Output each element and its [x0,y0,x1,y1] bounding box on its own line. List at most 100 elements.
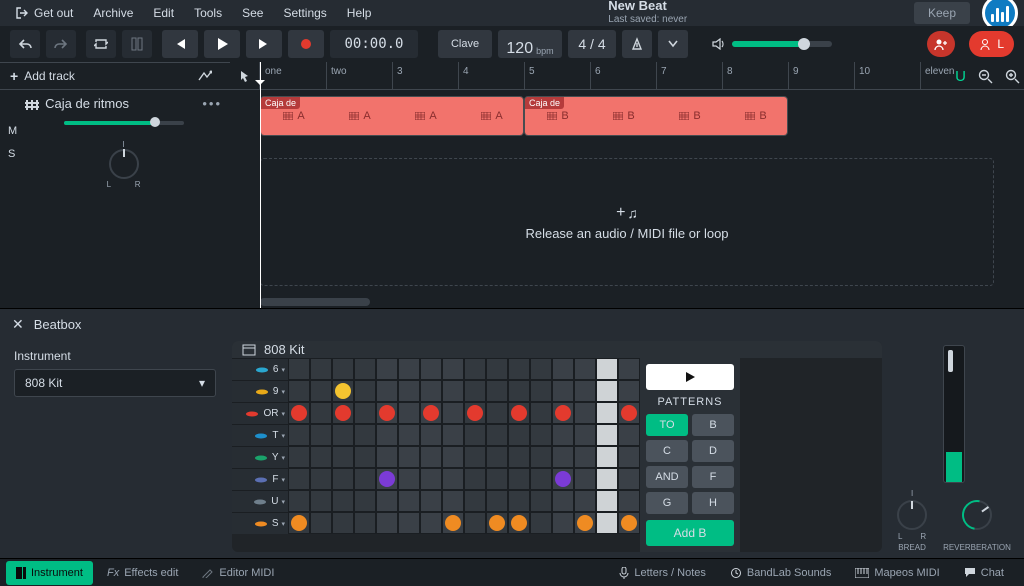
seq-cell[interactable] [310,468,332,490]
clip-lane[interactable]: Caja de AAAA Caja de BBBB [230,90,1024,144]
snap-button[interactable]: U [955,68,966,85]
seq-cell[interactable] [332,512,354,534]
seq-cell[interactable] [618,358,640,380]
seq-cell[interactable] [354,512,376,534]
menu-edit[interactable]: Edit [143,0,184,26]
seq-cell[interactable] [442,512,464,534]
seq-row-label[interactable]: F▾ [232,468,288,490]
seq-cell[interactable] [332,402,354,424]
seq-cell[interactable] [442,468,464,490]
seq-cell[interactable] [596,424,618,446]
timeline-scrollbar[interactable] [230,296,1024,308]
seq-cell[interactable] [442,446,464,468]
menu-tools[interactable]: Tools [184,0,232,26]
seq-cell[interactable] [442,402,464,424]
transport-more-button[interactable] [658,30,688,58]
seq-row-label[interactable]: OR▾ [232,402,288,424]
seq-cell[interactable] [574,512,596,534]
seq-cell[interactable] [354,424,376,446]
master-volume[interactable] [712,38,832,50]
pattern-C[interactable]: C [646,440,688,462]
seq-cell[interactable] [332,380,354,402]
seq-cell[interactable] [596,468,618,490]
instrument-select[interactable]: 808 Kit ▾ [14,369,216,397]
menu-see[interactable]: See [232,0,273,26]
seq-cell[interactable] [596,380,618,402]
keep-button[interactable]: Keep [914,2,970,24]
seq-cell[interactable] [398,446,420,468]
seq-cell[interactable] [574,490,596,512]
seq-cell[interactable] [310,402,332,424]
tab-letters-notes[interactable]: Letters / Notes [609,561,716,585]
bpm-field[interactable]: 120bpm [498,30,562,58]
seq-cell[interactable] [310,380,332,402]
seq-cell[interactable] [420,380,442,402]
seq-cell[interactable] [288,468,310,490]
seq-cell[interactable] [420,512,442,534]
tab-midi-editor[interactable]: Editor MIDI [192,561,284,585]
seq-cell[interactable] [398,424,420,446]
redo-button[interactable] [46,30,76,58]
seq-cell[interactable] [596,358,618,380]
seq-cell[interactable] [618,512,640,534]
pattern-D[interactable]: D [692,440,734,462]
skip-start-button[interactable] [162,30,198,58]
play-button[interactable] [204,30,240,58]
pattern-TO[interactable]: TO [646,414,688,436]
seq-cell[interactable] [574,468,596,490]
seq-cell[interactable] [508,490,530,512]
zoom-out-button[interactable] [978,69,993,84]
seq-cell[interactable] [376,512,398,534]
seq-cell[interactable] [376,468,398,490]
seq-cell[interactable] [552,424,574,446]
seq-cell[interactable] [486,358,508,380]
seq-cell[interactable] [332,468,354,490]
metronome-button[interactable] [122,30,152,58]
seq-cell[interactable] [618,446,640,468]
tab-sounds[interactable]: BandLab Sounds [720,561,841,585]
seq-cell[interactable] [486,490,508,512]
add-track-button[interactable]: + Add track [0,62,230,90]
seq-cell[interactable] [464,512,486,534]
seq-cell[interactable] [618,468,640,490]
seq-cell[interactable] [530,512,552,534]
seq-cell[interactable] [354,490,376,512]
track-pan-knob[interactable] [109,149,139,179]
record-button[interactable] [288,30,324,58]
seq-cell[interactable] [464,446,486,468]
seq-cell[interactable] [486,512,508,534]
seq-cell[interactable] [442,380,464,402]
seq-cell[interactable] [552,468,574,490]
track-header[interactable]: M S Caja de ritmos ••• I LR [0,90,230,195]
menu-settings[interactable]: Settings [273,0,336,26]
seq-cell[interactable] [288,380,310,402]
seq-cell[interactable] [310,490,332,512]
seq-cell[interactable] [508,358,530,380]
seq-cell[interactable] [552,402,574,424]
seq-cell[interactable] [310,424,332,446]
seq-row-label[interactable]: T▾ [232,424,288,446]
seq-cell[interactable] [464,468,486,490]
seq-cell[interactable] [310,512,332,534]
seq-cell[interactable] [530,424,552,446]
close-beatbox-button[interactable]: ✕ [12,316,24,333]
seq-cell[interactable] [574,424,596,446]
track-volume[interactable] [64,121,184,125]
seq-cell[interactable] [376,402,398,424]
seq-cell[interactable] [508,468,530,490]
seq-cell[interactable] [508,380,530,402]
seq-cell[interactable] [420,358,442,380]
seq-cell[interactable] [354,358,376,380]
user-badge[interactable]: L [969,31,1014,57]
skip-end-button[interactable] [246,30,282,58]
seq-cell[interactable] [596,402,618,424]
seq-row-label[interactable]: Y▾ [232,446,288,468]
seq-cell[interactable] [552,358,574,380]
seq-cell[interactable] [398,490,420,512]
seq-cell[interactable] [288,402,310,424]
loop-button[interactable] [86,30,116,58]
ruler[interactable]: onetwo345678910eleven [230,62,1024,90]
seq-row-label[interactable]: 9▾ [232,380,288,402]
seq-cell[interactable] [332,490,354,512]
seq-cell[interactable] [398,380,420,402]
